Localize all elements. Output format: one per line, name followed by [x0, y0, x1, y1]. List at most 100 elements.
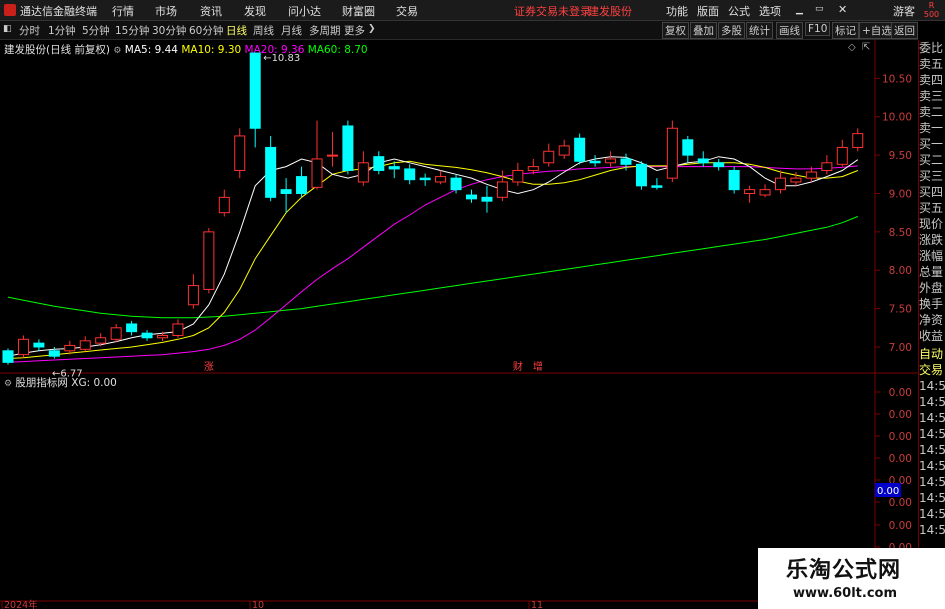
- ma60-line: [7, 216, 858, 319]
- candle-body: [651, 185, 663, 188]
- price-tick-label: 7.00: [889, 342, 912, 354]
- tab-60min[interactable]: 60分钟: [189, 23, 223, 38]
- restore-icon[interactable]: ▭: [815, 4, 824, 14]
- side-panel-label: 14:56: [919, 395, 945, 409]
- f10-button[interactable]: F10: [805, 22, 831, 36]
- candle-body: [527, 166, 539, 171]
- side-panel-label: 总量: [919, 265, 944, 279]
- menu-gongneng[interactable]: 功能: [666, 3, 688, 19]
- candle-body: [404, 168, 416, 181]
- overlay-button[interactable]: 叠加: [690, 22, 717, 39]
- candle-body: [481, 196, 493, 202]
- tab-more[interactable]: 更多: [344, 23, 365, 38]
- watermark-url: www.60lt.com: [793, 586, 898, 601]
- sidebar-toggle-icon[interactable]: ◧: [3, 24, 12, 34]
- corner-badge: R 500: [918, 0, 945, 20]
- tab-weekly[interactable]: 周线: [253, 23, 274, 38]
- menu-xuanxiang[interactable]: 选项: [759, 3, 781, 19]
- minimize-icon[interactable]: ▁: [796, 5, 803, 15]
- candle-body: [203, 231, 215, 290]
- menu-gongshi[interactable]: 公式: [728, 3, 750, 19]
- fuquan-button[interactable]: 复权: [662, 22, 689, 39]
- tab-5min[interactable]: 5分钟: [82, 23, 110, 38]
- back-button[interactable]: 返回: [891, 22, 918, 39]
- add-favorite-button[interactable]: +自选: [859, 22, 895, 39]
- candle-body: [95, 337, 107, 344]
- side-panel-label: 14:56: [919, 507, 945, 521]
- menu-banmian[interactable]: 版面: [697, 3, 719, 19]
- candle-body: [635, 163, 647, 187]
- candle-body: [558, 145, 570, 156]
- candle-body: [713, 162, 725, 168]
- tab-15min[interactable]: 15分钟: [115, 23, 149, 38]
- watermark: 乐淘公式网 www.60lt.com: [758, 548, 945, 609]
- candle-body: [589, 160, 601, 164]
- candle-body: [666, 127, 678, 179]
- candle-body: [2, 350, 14, 363]
- side-panel-label: 涨幅: [919, 249, 944, 263]
- candle-body: [728, 169, 740, 191]
- menu-caifuquan[interactable]: 财富圈: [342, 3, 375, 19]
- candle-body: [775, 177, 786, 191]
- tab-daily[interactable]: 日线: [226, 23, 247, 38]
- side-panel-label: 14:56: [919, 491, 945, 505]
- indicator-tick-label: 0.00: [889, 387, 912, 399]
- indicator-tick-label: 0.00: [889, 409, 912, 421]
- candle-body: [435, 176, 447, 183]
- side-panel-label: 换手: [919, 297, 944, 311]
- indicator-axis: 0.000.000.000.000.000.000.000.000.00: [875, 387, 912, 554]
- menu-wenxiaoda[interactable]: 问小达: [288, 3, 321, 19]
- tab-multi-period[interactable]: 多周期: [309, 23, 341, 38]
- close-icon[interactable]: ✕: [838, 3, 847, 16]
- current-stock-name: 建发股份: [588, 5, 632, 18]
- candle-body: [141, 332, 153, 339]
- menu-jiaoyi[interactable]: 交易: [396, 3, 418, 19]
- kline-chart[interactable]: 7.00 7.50 8.00 8.50 9.00 9.50 10.00 10.50 ←10.8…: [0, 40, 918, 609]
- tab-30min[interactable]: 30分钟: [152, 23, 186, 38]
- candle-body: [821, 162, 833, 171]
- candle-body: [388, 166, 400, 170]
- price-tick-label: 10.50: [882, 73, 912, 85]
- candle-body: [296, 176, 308, 194]
- candle-body: [744, 189, 756, 194]
- tab-monthly[interactable]: 月线: [281, 23, 302, 38]
- price-tick-label: 8.50: [889, 227, 912, 239]
- price-axis: 7.00 7.50 8.00 8.50 9.00 9.50 10.00 10.50: [875, 73, 912, 354]
- side-panel-label: 委比: [919, 41, 944, 55]
- side-panel-label: 卖五: [919, 57, 944, 71]
- app-logo-icon: [4, 4, 16, 16]
- candle-body: [126, 323, 138, 333]
- login-warning[interactable]: 证券交易未登录: [514, 3, 591, 19]
- menu-shichang[interactable]: 市场: [155, 3, 177, 19]
- side-panel-label: 交易: [919, 363, 944, 377]
- candle-body: [466, 194, 477, 200]
- tab-fenshi[interactable]: 分时: [19, 23, 40, 38]
- candle-body: [172, 323, 184, 336]
- candle-body: [450, 177, 462, 191]
- multi-stock-button[interactable]: 多股: [718, 22, 745, 39]
- mark-button[interactable]: 标记: [832, 22, 859, 39]
- event-marker: 财: [513, 360, 523, 373]
- candle-body: [79, 340, 91, 350]
- menu-faxian[interactable]: 发现: [244, 3, 266, 19]
- candle-body: [574, 137, 586, 162]
- side-panel-label: 净资: [919, 313, 944, 327]
- menu-hangqing[interactable]: 行情: [112, 3, 134, 19]
- chevron-right-icon[interactable]: ❯: [368, 24, 376, 34]
- ma20-line: [7, 165, 858, 363]
- statistics-button[interactable]: 统计: [746, 22, 773, 39]
- price-tick-label: 9.50: [889, 150, 912, 162]
- indicator-current-value: 0.00: [877, 486, 899, 497]
- tab-1min[interactable]: 1分钟: [48, 23, 76, 38]
- draw-line-button[interactable]: 画线: [776, 22, 803, 39]
- high-price-label: ←10.83: [263, 53, 300, 64]
- indicator-tick-label: 0.00: [889, 431, 912, 443]
- candle-body: [48, 350, 60, 357]
- price-tick-label: 8.00: [889, 265, 912, 277]
- menu-zixun[interactable]: 资讯: [200, 3, 222, 19]
- event-marker: 涨: [204, 361, 214, 373]
- candle-body: [17, 338, 29, 356]
- watermark-title: 乐淘公式网: [786, 558, 902, 583]
- candle-body: [265, 146, 277, 198]
- guest-label[interactable]: 游客: [893, 3, 915, 19]
